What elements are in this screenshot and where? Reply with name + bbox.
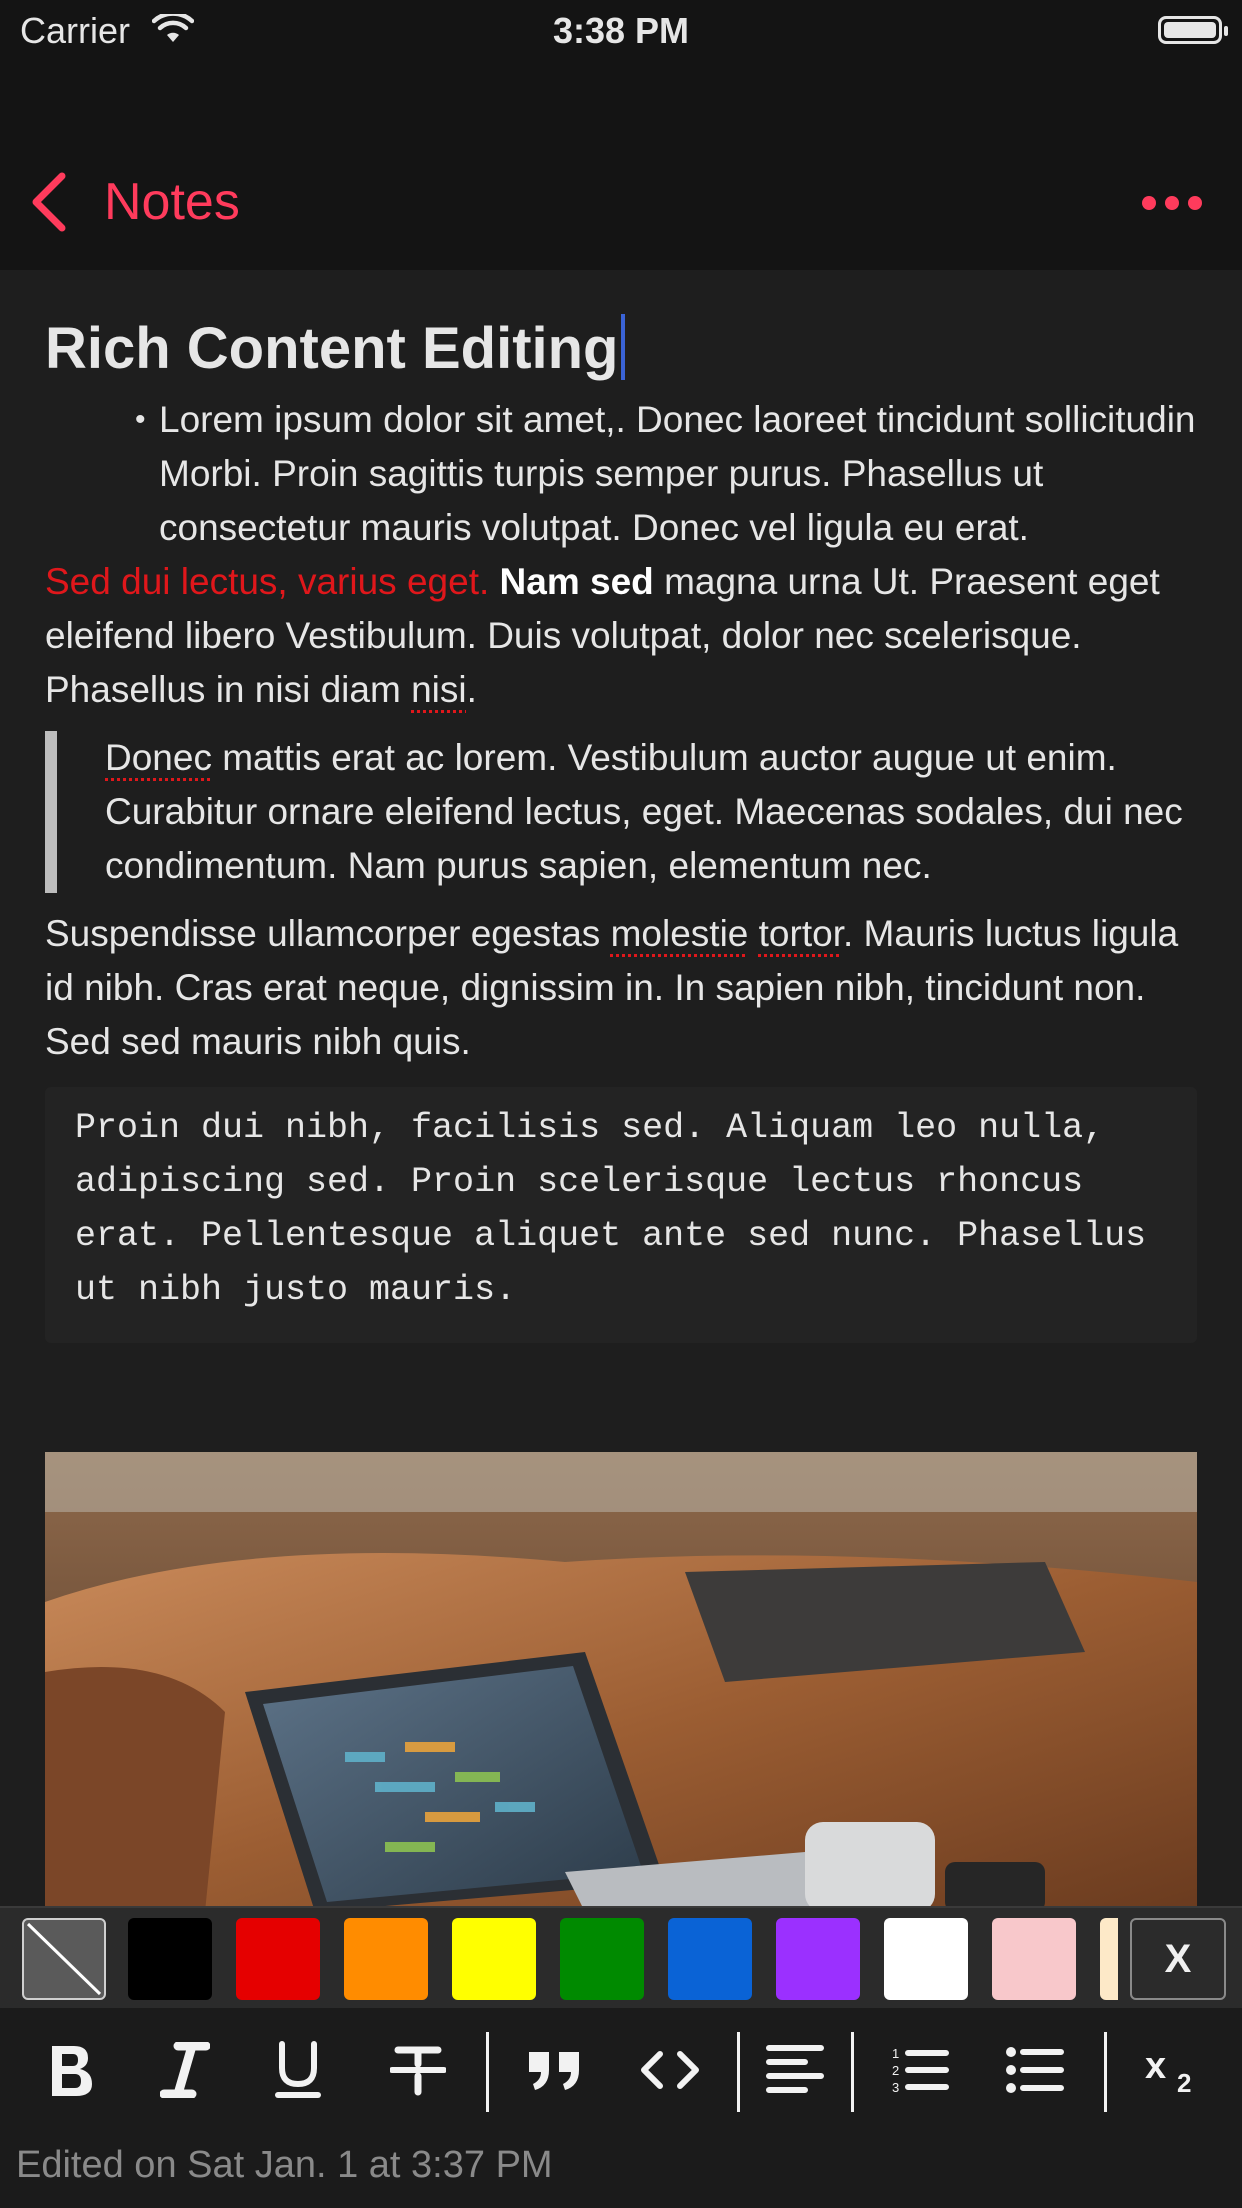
align-left-button[interactable] bbox=[765, 2034, 825, 2106]
svg-text:x: x bbox=[1145, 2045, 1166, 2087]
code-button[interactable] bbox=[640, 2034, 700, 2106]
strikethrough-button[interactable] bbox=[388, 2034, 448, 2106]
bold-text: Nam sed bbox=[499, 561, 654, 602]
more-dot bbox=[1142, 196, 1156, 210]
note-editor[interactable]: Rich Content Editing • Lorem ipsum dolor… bbox=[45, 300, 1197, 1343]
edited-timestamp: Edited on Sat Jan. 1 at 3:37 PM bbox=[16, 2144, 553, 2186]
footer: Edited on Sat Jan. 1 at 3:37 PM bbox=[0, 2132, 1242, 2208]
bullet-list-icon bbox=[1006, 2047, 1064, 2093]
svg-text:1: 1 bbox=[892, 2046, 899, 2061]
underline-button[interactable] bbox=[268, 2034, 328, 2106]
misspelled-word: Donec bbox=[105, 737, 212, 778]
bullet-list-item: • Lorem ipsum dolor sit amet,. Donec lao… bbox=[135, 393, 1197, 555]
quote-button[interactable] bbox=[525, 2034, 585, 2106]
underline-icon bbox=[275, 2041, 321, 2098]
quote-text: Donec mattis erat ac lorem. Vestibulum a… bbox=[105, 731, 1197, 893]
toolbar-separator bbox=[1104, 2032, 1107, 2112]
color-swatch[interactable] bbox=[236, 1918, 320, 2000]
color-swatch[interactable] bbox=[884, 1918, 968, 2000]
align-left-icon bbox=[766, 2045, 824, 2093]
code-block: Proin dui nibh, facilisis sed. Aliquam l… bbox=[45, 1087, 1197, 1343]
photo-illustration bbox=[45, 1452, 1197, 1912]
bullet-dot: • bbox=[135, 403, 146, 436]
toolbar-separator bbox=[486, 2032, 489, 2112]
code-icon bbox=[641, 2051, 699, 2089]
toolbar-separator bbox=[851, 2032, 854, 2112]
toolbar-separator bbox=[737, 2032, 740, 2112]
note-title[interactable]: Rich Content Editing bbox=[45, 314, 1197, 383]
top-bar: Carrier 3:38 PM Notes bbox=[0, 0, 1242, 270]
color-palette: X bbox=[0, 1906, 1242, 2010]
svg-text:2: 2 bbox=[892, 2063, 899, 2078]
no-color-swatch[interactable] bbox=[22, 1918, 106, 2000]
color-swatch[interactable] bbox=[560, 1918, 644, 2000]
no-color-slash-icon bbox=[26, 1922, 102, 1996]
color-swatch[interactable] bbox=[668, 1918, 752, 2000]
color-swatch[interactable] bbox=[452, 1918, 536, 2000]
misspelled-word: tortor bbox=[758, 913, 843, 954]
svg-text:3: 3 bbox=[892, 2080, 899, 2095]
formatting-toolbar: 1 2 3 x 2 bbox=[0, 2008, 1242, 2132]
numbered-list-button[interactable]: 1 2 3 bbox=[890, 2034, 950, 2106]
red-text: Sed dui lectus, varius eget. bbox=[45, 561, 490, 602]
paragraph-1: Sed dui lectus, varius eget. Nam sed mag… bbox=[45, 555, 1197, 717]
bullet-text: Lorem ipsum dolor sit amet,. Donec laore… bbox=[159, 399, 1196, 548]
color-swatch[interactable] bbox=[776, 1918, 860, 2000]
bold-button[interactable] bbox=[40, 2034, 100, 2106]
color-swatch[interactable] bbox=[344, 1918, 428, 2000]
more-options-icon[interactable] bbox=[1142, 196, 1202, 212]
italic-icon bbox=[160, 2042, 210, 2098]
misspelled-word: molestie bbox=[610, 913, 749, 954]
laptop-photo[interactable] bbox=[45, 1452, 1197, 1912]
battery-icon bbox=[1158, 16, 1222, 44]
chevron-left-icon bbox=[32, 172, 66, 232]
back-button[interactable]: Notes bbox=[30, 172, 240, 232]
clock: 3:38 PM bbox=[552, 10, 690, 51]
color-swatch[interactable] bbox=[992, 1918, 1076, 2000]
paragraph-2-start: Suspendisse ullamcorper egestas bbox=[45, 913, 601, 954]
more-dot bbox=[1188, 196, 1202, 210]
color-swatch[interactable] bbox=[1100, 1918, 1118, 2000]
italic-button[interactable] bbox=[155, 2034, 215, 2106]
paragraph-2: Suspendisse ullamcorper egestas molestie… bbox=[45, 907, 1197, 1069]
numbered-list-icon: 1 2 3 bbox=[892, 2046, 949, 2095]
note-title-text: Rich Content Editing bbox=[45, 316, 619, 381]
quote-bar bbox=[45, 731, 57, 893]
quote-icon bbox=[529, 2052, 579, 2090]
text-cursor bbox=[620, 314, 625, 380]
battery-tip bbox=[1224, 26, 1228, 36]
subscript-icon: x 2 bbox=[1145, 2045, 1191, 2096]
blockquote: Donec mattis erat ac lorem. Vestibulum a… bbox=[45, 731, 1197, 893]
quote-body: mattis erat ac lorem. Vestibulum auctor … bbox=[105, 737, 1183, 886]
close-palette-button[interactable]: X bbox=[1130, 1918, 1226, 2000]
back-label: Notes bbox=[104, 173, 240, 231]
status-bar: Carrier 3:38 PM bbox=[0, 0, 1242, 60]
misspelled-word: nisi bbox=[411, 669, 467, 710]
more-dot bbox=[1165, 196, 1179, 210]
bold-icon bbox=[52, 2046, 92, 2096]
color-swatch[interactable] bbox=[128, 1918, 212, 2000]
bullet-list-button[interactable] bbox=[1005, 2034, 1065, 2106]
svg-text:2: 2 bbox=[1177, 2068, 1191, 2096]
subscript-button[interactable]: x 2 bbox=[1143, 2034, 1203, 2106]
paragraph-1-end: . bbox=[466, 669, 477, 710]
strikethrough-icon bbox=[390, 2046, 446, 2096]
